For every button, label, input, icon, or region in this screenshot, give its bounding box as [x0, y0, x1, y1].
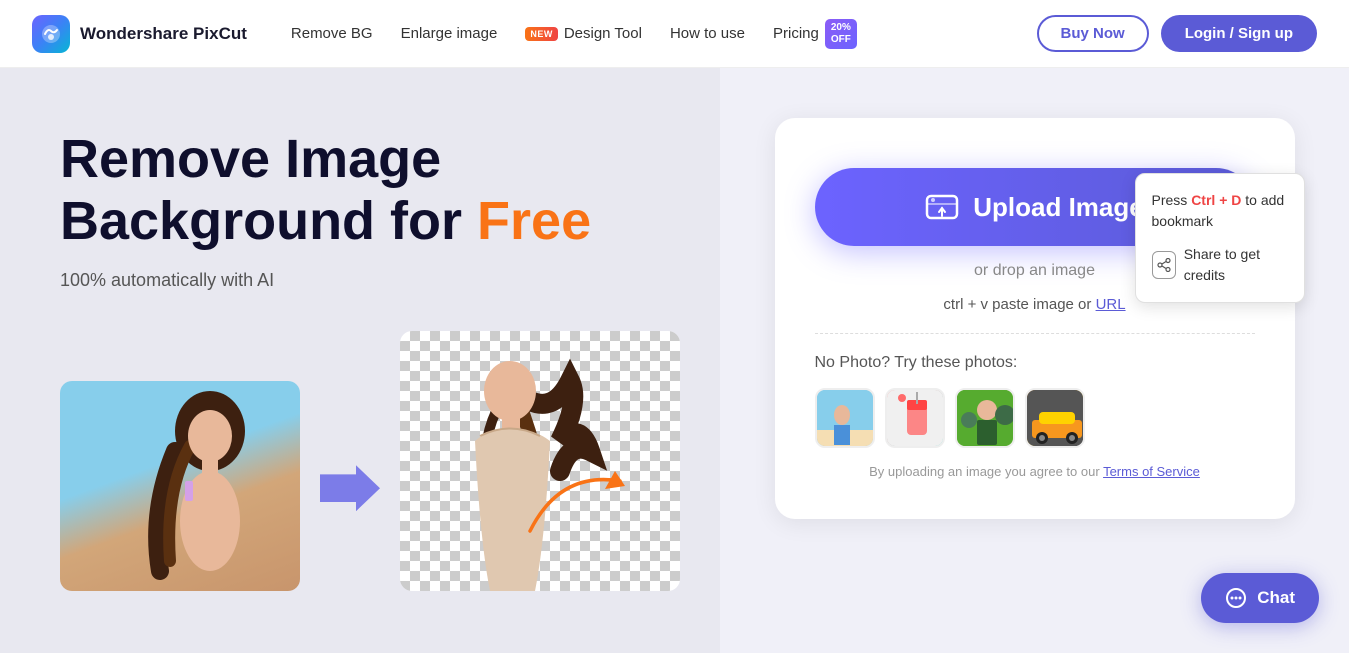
tos-text: By uploading an image you agree to our T… — [869, 464, 1200, 479]
upload-icon — [925, 190, 959, 224]
sample-photo-3[interactable] — [955, 388, 1015, 448]
sample-photos — [815, 388, 1085, 448]
nav-remove-bg[interactable]: Remove BG — [291, 25, 373, 42]
share-icon — [1152, 251, 1176, 279]
share-label: Share to get credits — [1184, 244, 1288, 286]
logo[interactable]: Wondershare PixCut — [32, 15, 247, 53]
url-link[interactable]: URL — [1096, 296, 1126, 313]
buy-now-button[interactable]: Buy Now — [1037, 15, 1149, 52]
curved-arrow-svg — [520, 451, 640, 551]
header: Wondershare PixCut Remove BG Enlarge ima… — [0, 0, 1349, 68]
share-row[interactable]: Share to get credits — [1152, 244, 1288, 286]
free-text: Free — [477, 191, 591, 251]
tos-link[interactable]: Terms of Service — [1103, 464, 1200, 479]
divider — [815, 333, 1255, 334]
demo-area — [60, 331, 670, 591]
sample-photo-4[interactable] — [1025, 388, 1085, 448]
bookmark-text: Press Ctrl + D to add bookmark — [1152, 190, 1288, 232]
bookmark-popup: Press Ctrl + D to add bookmark Share to … — [1135, 173, 1305, 303]
left-panel: Remove Image Background for Free 100% au… — [0, 68, 720, 653]
paste-text: ctrl + v paste image or URL — [943, 296, 1125, 313]
drop-text: or drop an image — [974, 262, 1095, 280]
new-badge: NEW — [525, 27, 558, 41]
hero-title: Remove Image Background for Free — [60, 128, 670, 252]
right-panel: Upload Image or drop an image ctrl + v p… — [720, 68, 1349, 653]
header-buttons: Buy Now Login / Sign up — [1037, 15, 1317, 52]
before-background — [60, 381, 300, 591]
logo-icon — [32, 15, 70, 53]
main-content: Remove Image Background for Free 100% au… — [0, 68, 1349, 653]
chat-button[interactable]: Chat — [1201, 573, 1319, 623]
off-badge: 20%OFF — [825, 19, 857, 49]
woman-before-svg — [130, 391, 290, 591]
sample-photo-1[interactable] — [815, 388, 875, 448]
try-photos-label: No Photo? Try these photos: — [815, 354, 1018, 372]
sample-photo-2[interactable] — [885, 388, 945, 448]
logo-text: Wondershare PixCut — [80, 24, 247, 44]
demo-before-image — [60, 381, 300, 591]
chat-icon — [1225, 587, 1247, 609]
nav-pricing[interactable]: Pricing 20%OFF — [773, 19, 857, 49]
arrow-indicator — [320, 465, 380, 511]
nav-how-to-use[interactable]: How to use — [670, 25, 745, 42]
ctrl-d-text: Ctrl + D — [1191, 192, 1241, 208]
upload-card: Upload Image or drop an image ctrl + v p… — [775, 118, 1295, 519]
nav-enlarge-image[interactable]: Enlarge image — [401, 25, 498, 42]
nav-design-tool[interactable]: NEW Design Tool — [525, 25, 642, 42]
hero-subtitle: 100% automatically with AI — [60, 270, 670, 291]
login-button[interactable]: Login / Sign up — [1161, 15, 1317, 52]
nav: Remove BG Enlarge image NEW Design Tool … — [291, 19, 1005, 49]
